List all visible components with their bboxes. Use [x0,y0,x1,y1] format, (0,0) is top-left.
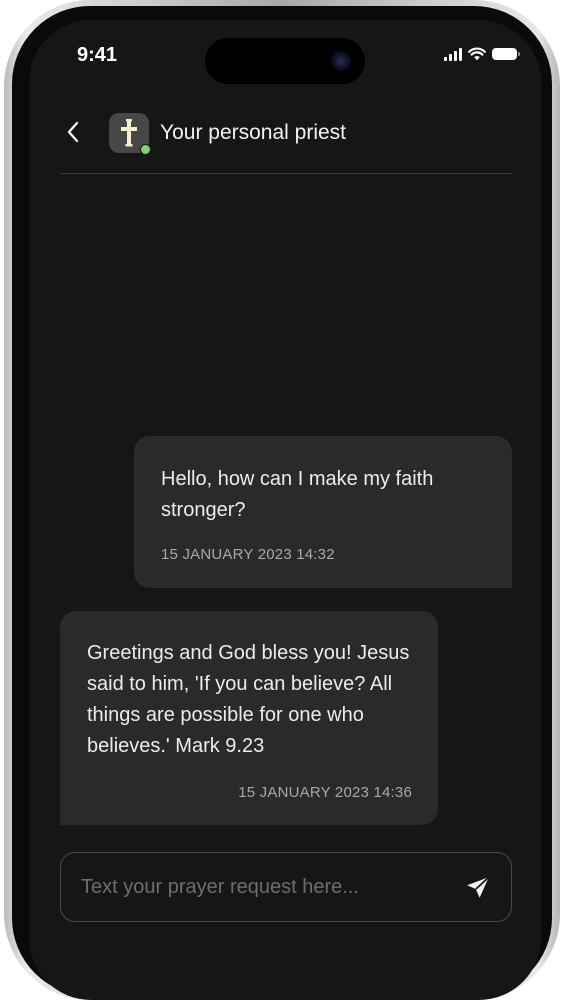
priest-message-bubble: Greetings and God bless you! Jesus said … [60,611,438,825]
cellular-signal-icon [444,47,462,61]
chat-title: Your personal priest [160,121,347,144]
message-timestamp: 15 JANUARY 2023 14:32 [161,546,335,563]
camera-icon [331,51,351,71]
send-icon [467,876,490,898]
prayer-request-composer [60,852,512,922]
send-button[interactable] [463,873,493,903]
user-message-bubble: Hello, how can I make my faith stronger?… [134,436,512,588]
header-divider [60,173,512,174]
status-icons [444,46,520,62]
chevron-left-icon [67,121,79,143]
message-text: Hello, how can I make my faith stronger? [161,468,434,521]
prayer-request-input[interactable] [81,853,441,921]
battery-icon [492,48,520,60]
online-status-indicator [140,144,151,155]
message-text: Greetings and God bless you! Jesus said … [87,642,410,757]
chat-screen: 9:41 Your personal priest Hello, how can… [29,20,541,1000]
message-timestamp: 15 JANUARY 2023 14:36 [238,784,412,801]
wifi-icon [468,47,486,61]
phone-frame: 9:41 Your personal priest Hello, how can… [4,0,560,1000]
back-button[interactable] [59,118,87,146]
dynamic-island [205,38,365,84]
status-time: 9:41 [77,44,118,66]
